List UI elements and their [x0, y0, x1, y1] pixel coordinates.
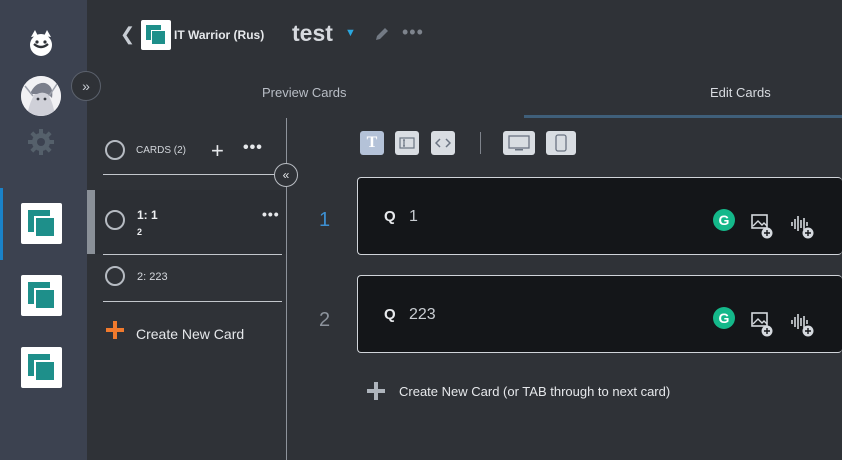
deck-tile-front-icon [34, 360, 56, 382]
card-list-item-2-title[interactable]: 2: 223 [137, 271, 168, 283]
expand-sidebar-button[interactable]: » [71, 71, 101, 101]
workspace-icon[interactable] [141, 20, 171, 50]
workspace-name[interactable]: IT Warrior (Rus) [174, 28, 264, 42]
question-label: Q [384, 306, 396, 323]
create-card-plus-icon[interactable] [106, 321, 124, 339]
create-new-card-button[interactable]: Create New Card [136, 326, 244, 342]
card-list-panel: CARDS (2) + ••• 1: 1 2 ••• 2: 223 Create… [87, 118, 286, 460]
collapse-card-list-button[interactable]: « [274, 163, 298, 187]
code-button[interactable] [431, 131, 455, 155]
selected-item-indicator [87, 190, 95, 254]
avatar-image-icon [21, 76, 61, 116]
double-chevron-left-icon: « [282, 168, 290, 182]
card-list-item-2-radio[interactable] [105, 266, 125, 286]
settings-gear-icon[interactable] [26, 127, 56, 157]
grammarly-icon[interactable]: G [713, 307, 735, 329]
list-divider [103, 174, 282, 175]
create-next-card-button[interactable]: Create New Card (or TAB through to next … [399, 384, 670, 399]
card-number-1: 1 [319, 209, 331, 231]
app-logo-icon[interactable] [26, 28, 56, 58]
desktop-preview-button[interactable] [503, 131, 535, 155]
tab-edit-cards[interactable]: Edit Cards [710, 85, 771, 100]
question-field[interactable]: 223 [409, 306, 436, 324]
question-label: Q [384, 208, 396, 225]
double-chevron-right-icon: » [82, 78, 90, 94]
left-rail [0, 0, 87, 460]
text-format-icon: T [366, 134, 378, 151]
grammarly-icon[interactable]: G [713, 209, 735, 231]
create-next-card-plus-icon[interactable] [367, 382, 385, 400]
workspace-icon-front [151, 30, 166, 45]
text-format-button[interactable]: T [360, 131, 384, 155]
question-field[interactable]: 1 [409, 208, 418, 226]
deck-tile-2[interactable] [21, 275, 62, 316]
card-list-item-1-more-icon[interactable]: ••• [262, 206, 280, 222]
tab-preview-cards[interactable]: Preview Cards [262, 85, 347, 100]
user-avatar[interactable] [21, 76, 61, 116]
select-all-radio[interactable] [105, 140, 125, 160]
toolbar-separator [480, 132, 481, 154]
deck-tile-1[interactable] [21, 203, 62, 244]
card-list-item-1-title: 1: 1 [137, 208, 158, 222]
code-icon [435, 138, 451, 148]
add-audio-icon[interactable] [790, 213, 814, 239]
add-audio-icon[interactable] [790, 311, 814, 337]
edit-pencil-icon[interactable] [373, 25, 391, 43]
cards-count-label: CARDS (2) [136, 145, 187, 156]
deck-tile-front-icon [34, 288, 56, 310]
deck-title[interactable]: test [292, 20, 333, 47]
add-image-icon[interactable] [751, 311, 773, 337]
card-number-2: 2 [319, 309, 331, 331]
card-list-item-1-subtitle: 2 [137, 227, 143, 237]
mobile-preview-button[interactable] [546, 131, 576, 155]
card-list-item-1-radio[interactable] [105, 210, 125, 230]
textbox-icon [399, 137, 415, 149]
list-divider [103, 254, 282, 255]
back-chevron-icon[interactable]: ❮ [120, 24, 135, 45]
desktop-preview-icon [508, 135, 530, 151]
list-divider [103, 301, 282, 302]
cards-more-icon[interactable]: ••• [243, 139, 263, 157]
add-image-icon[interactable] [751, 213, 773, 239]
header-more-icon[interactable]: ••• [402, 22, 424, 43]
card-editor-2[interactable]: Q 223 G [357, 275, 842, 353]
active-deck-indicator [0, 188, 3, 260]
add-card-plus-icon[interactable]: + [211, 138, 224, 164]
textbox-button[interactable] [395, 131, 419, 155]
mobile-preview-icon [555, 134, 567, 152]
header: ❮ IT Warrior (Rus) test ▼ ••• [87, 0, 842, 70]
deck-title-caret-down-icon[interactable]: ▼ [345, 27, 356, 39]
deck-tile-front-icon [34, 216, 56, 238]
card-editor-1[interactable]: Q 1 G [357, 177, 842, 255]
active-tab-underline [524, 115, 842, 118]
deck-tile-3[interactable] [21, 347, 62, 388]
